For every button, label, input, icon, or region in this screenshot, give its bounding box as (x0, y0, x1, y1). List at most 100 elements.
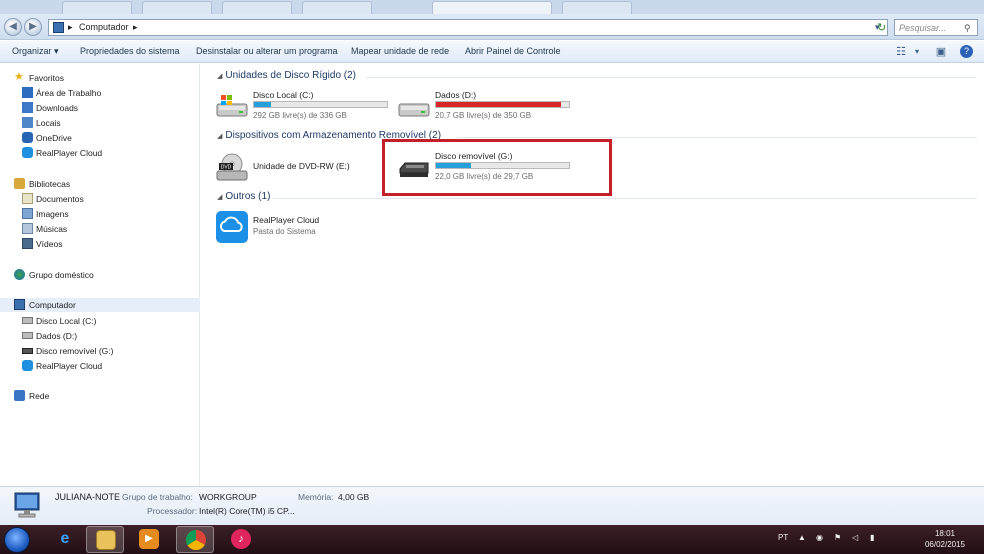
downloads-icon (22, 102, 33, 113)
drive-dvd-rw-e[interactable]: DVD Unidade de DVD-RW (E:) (215, 151, 405, 191)
nav-item-label: Músicas (36, 224, 68, 234)
uninstall-program-button[interactable]: Desinstalar ou alterar um programa (196, 46, 338, 56)
nav-homegroup-label: Grupo doméstico (29, 270, 94, 280)
breadcrumb-arrow[interactable]: ▸ (68, 22, 73, 33)
clock[interactable]: 18:01 06/02/2015 (918, 528, 972, 550)
highlight-box (382, 139, 612, 196)
nav-item-desktop[interactable]: Área de Trabalho (0, 86, 200, 100)
organize-button[interactable]: Organizar ▾ (12, 46, 59, 57)
nav-item-local-disk-c[interactable]: Disco Local (C:) (0, 314, 200, 328)
drive-local-disk-c[interactable]: Disco Local (C:) 292 GB livre(s) de 336 … (215, 90, 405, 130)
taskbar-internet-explorer[interactable]: e (46, 526, 84, 553)
group-header-hard-disks[interactable]: ◢ Unidades de Disco Rígido (2) (217, 70, 356, 81)
nav-item-data-d[interactable]: Dados (D:) (0, 329, 200, 343)
nav-item-removable-g[interactable]: Disco removível (G:) (0, 344, 200, 358)
nav-homegroup[interactable]: Grupo doméstico (0, 268, 200, 282)
breadcrumb-computer[interactable]: Computador (79, 22, 129, 32)
taskbar-itunes[interactable]: ♪ (222, 526, 260, 553)
view-options-icon[interactable]: ☷ (894, 45, 908, 59)
clock-date: 06/02/2015 (924, 540, 966, 549)
nav-item-label: Disco removível (G:) (36, 346, 114, 356)
drive-name: Unidade de DVD-RW (E:) (253, 161, 350, 171)
pictures-icon (22, 208, 33, 219)
preview-pane-icon[interactable]: ▣ (934, 45, 948, 59)
wifi-icon[interactable]: ◉ (816, 533, 823, 542)
nav-item-label: Vídeos (36, 239, 63, 249)
nav-item-downloads[interactable]: Downloads (0, 101, 200, 115)
navigation-pane: ★ Favoritos Área de Trabalho Downloads L… (0, 64, 200, 486)
language-indicator[interactable]: PT (778, 533, 788, 542)
start-button[interactable] (4, 527, 30, 553)
hard-drive-icon (398, 103, 430, 117)
itunes-icon: ♪ (231, 529, 251, 549)
view-dropdown-icon[interactable]: ▾ (910, 45, 924, 59)
breadcrumb-arrow[interactable]: ▸ (133, 22, 138, 33)
address-bar-row: ◀ ▶ ▸ Computador ▸ ▾ ↻ Pesquisar... ⚲ (0, 14, 984, 40)
nav-libraries[interactable]: Bibliotecas (0, 177, 200, 191)
taskbar-explorer[interactable] (86, 526, 124, 553)
forward-button[interactable]: ▶ (24, 18, 42, 36)
processor-value: Intel(R) Core(TM) i5 CP... (199, 506, 295, 516)
system-properties-button[interactable]: Propriedades do sistema (80, 46, 180, 56)
nav-computer[interactable]: Computador (0, 298, 200, 312)
search-icon[interactable]: ⚲ (964, 23, 971, 34)
back-button[interactable]: ◀ (4, 18, 22, 36)
nav-item-videos[interactable]: Vídeos (0, 237, 200, 251)
documents-icon (22, 193, 33, 204)
group-header-others[interactable]: ◢ Outros (1) (217, 191, 270, 202)
clock-time: 18:01 (934, 529, 956, 538)
nav-network[interactable]: Rede (0, 389, 200, 403)
flag-icon[interactable]: ⚑ (834, 533, 841, 542)
hard-drive-windows-icon (216, 95, 248, 117)
taskbar: e ▶ ♪ PT ▲ ◉ ⚑ ◁ ▮ 18:01 06/02/2015 (0, 525, 984, 554)
nav-item-places[interactable]: Locais (0, 116, 200, 130)
address-bar[interactable]: ▸ Computador ▸ ▾ (48, 19, 888, 36)
computer-icon (14, 299, 25, 310)
nav-item-music[interactable]: Músicas (0, 222, 200, 236)
map-network-drive-button[interactable]: Mapear unidade de rede (351, 46, 449, 56)
battery-icon[interactable]: ▮ (870, 533, 874, 542)
nav-item-onedrive[interactable]: OneDrive (0, 131, 200, 145)
collapse-icon: ◢ (217, 194, 223, 201)
drive-data-d[interactable]: Dados (D:) 20,7 GB livre(s) de 350 GB (397, 90, 587, 130)
drive-name: Dados (D:) (435, 90, 477, 100)
nav-favorites[interactable]: ★ Favoritos (0, 71, 200, 85)
background-tab (562, 1, 632, 14)
processor-label: Processador: (147, 506, 198, 516)
drive-usage-bar (253, 101, 388, 108)
taskbar-chrome[interactable] (176, 526, 214, 553)
nav-item-label: Imagens (36, 209, 69, 219)
drive-icon (22, 332, 33, 339)
realplayer-cloud-icon (22, 147, 33, 158)
nav-item-documents[interactable]: Documentos (0, 192, 200, 206)
show-hidden-icons[interactable]: ▲ (798, 533, 806, 542)
background-tab (432, 1, 552, 14)
item-realplayer-cloud[interactable]: RealPlayer Cloud Pasta do Sistema (215, 208, 395, 248)
star-icon: ★ (14, 71, 24, 83)
help-icon[interactable]: ? (960, 45, 973, 58)
nav-network-label: Rede (29, 391, 50, 401)
nav-item-label: Downloads (36, 103, 79, 113)
drive-usage-fill (254, 102, 272, 107)
refresh-icon[interactable]: ↻ (877, 21, 886, 34)
nav-item-realplayer-cloud[interactable]: RealPlayer Cloud (0, 146, 200, 160)
computer-icon (53, 22, 64, 33)
open-control-panel-button[interactable]: Abrir Painel de Controle (465, 46, 561, 56)
group-label: Unidades de Disco Rígido (2) (225, 70, 357, 81)
nav-item-label: Área de Trabalho (36, 88, 102, 98)
nav-item-pictures[interactable]: Imagens (0, 207, 200, 221)
nav-libraries-label: Bibliotecas (29, 179, 71, 189)
taskbar-media-player[interactable]: ▶ (130, 526, 168, 553)
group-divider (366, 77, 976, 78)
volume-icon[interactable]: ◁ (852, 533, 858, 542)
nav-item-label: Locais (36, 118, 61, 128)
background-tab (222, 1, 292, 14)
workgroup-label: Grupo de trabalho: (122, 492, 193, 502)
command-toolbar: Organizar ▾ Propriedades do sistema Desi… (0, 41, 984, 63)
nav-item-label: Disco Local (C:) (36, 316, 97, 326)
collapse-icon: ◢ (217, 73, 223, 80)
nav-item-realplayer-cloud-2[interactable]: RealPlayer Cloud (0, 359, 200, 373)
background-tab (62, 1, 132, 14)
drive-free-space: 292 GB livre(s) de 336 GB (253, 111, 347, 120)
homegroup-icon (14, 269, 25, 280)
